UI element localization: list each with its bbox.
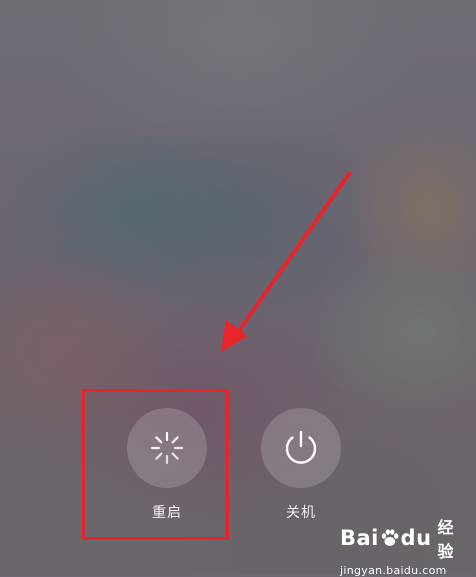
annotation-highlight-box xyxy=(82,389,229,540)
watermark-brand-part1: Bai xyxy=(340,526,379,550)
shutdown-button-circle[interactable] xyxy=(261,408,341,488)
baidu-jingyan-watermark: Bai du 经验 jingyan.baidu.com xyxy=(340,514,470,577)
shutdown-label: 关机 xyxy=(286,505,316,521)
watermark-url: jingyan.baidu.com xyxy=(340,564,447,577)
watermark-brand-sub: 经验 xyxy=(437,518,455,561)
annotation-arrow xyxy=(221,172,351,352)
annotation-arrow-shaft xyxy=(234,172,351,337)
power-icon xyxy=(285,430,317,464)
watermark-logo: Bai du 经验 xyxy=(340,514,470,562)
paw-icon xyxy=(381,529,399,546)
watermark-brand-part2: du xyxy=(400,526,432,550)
